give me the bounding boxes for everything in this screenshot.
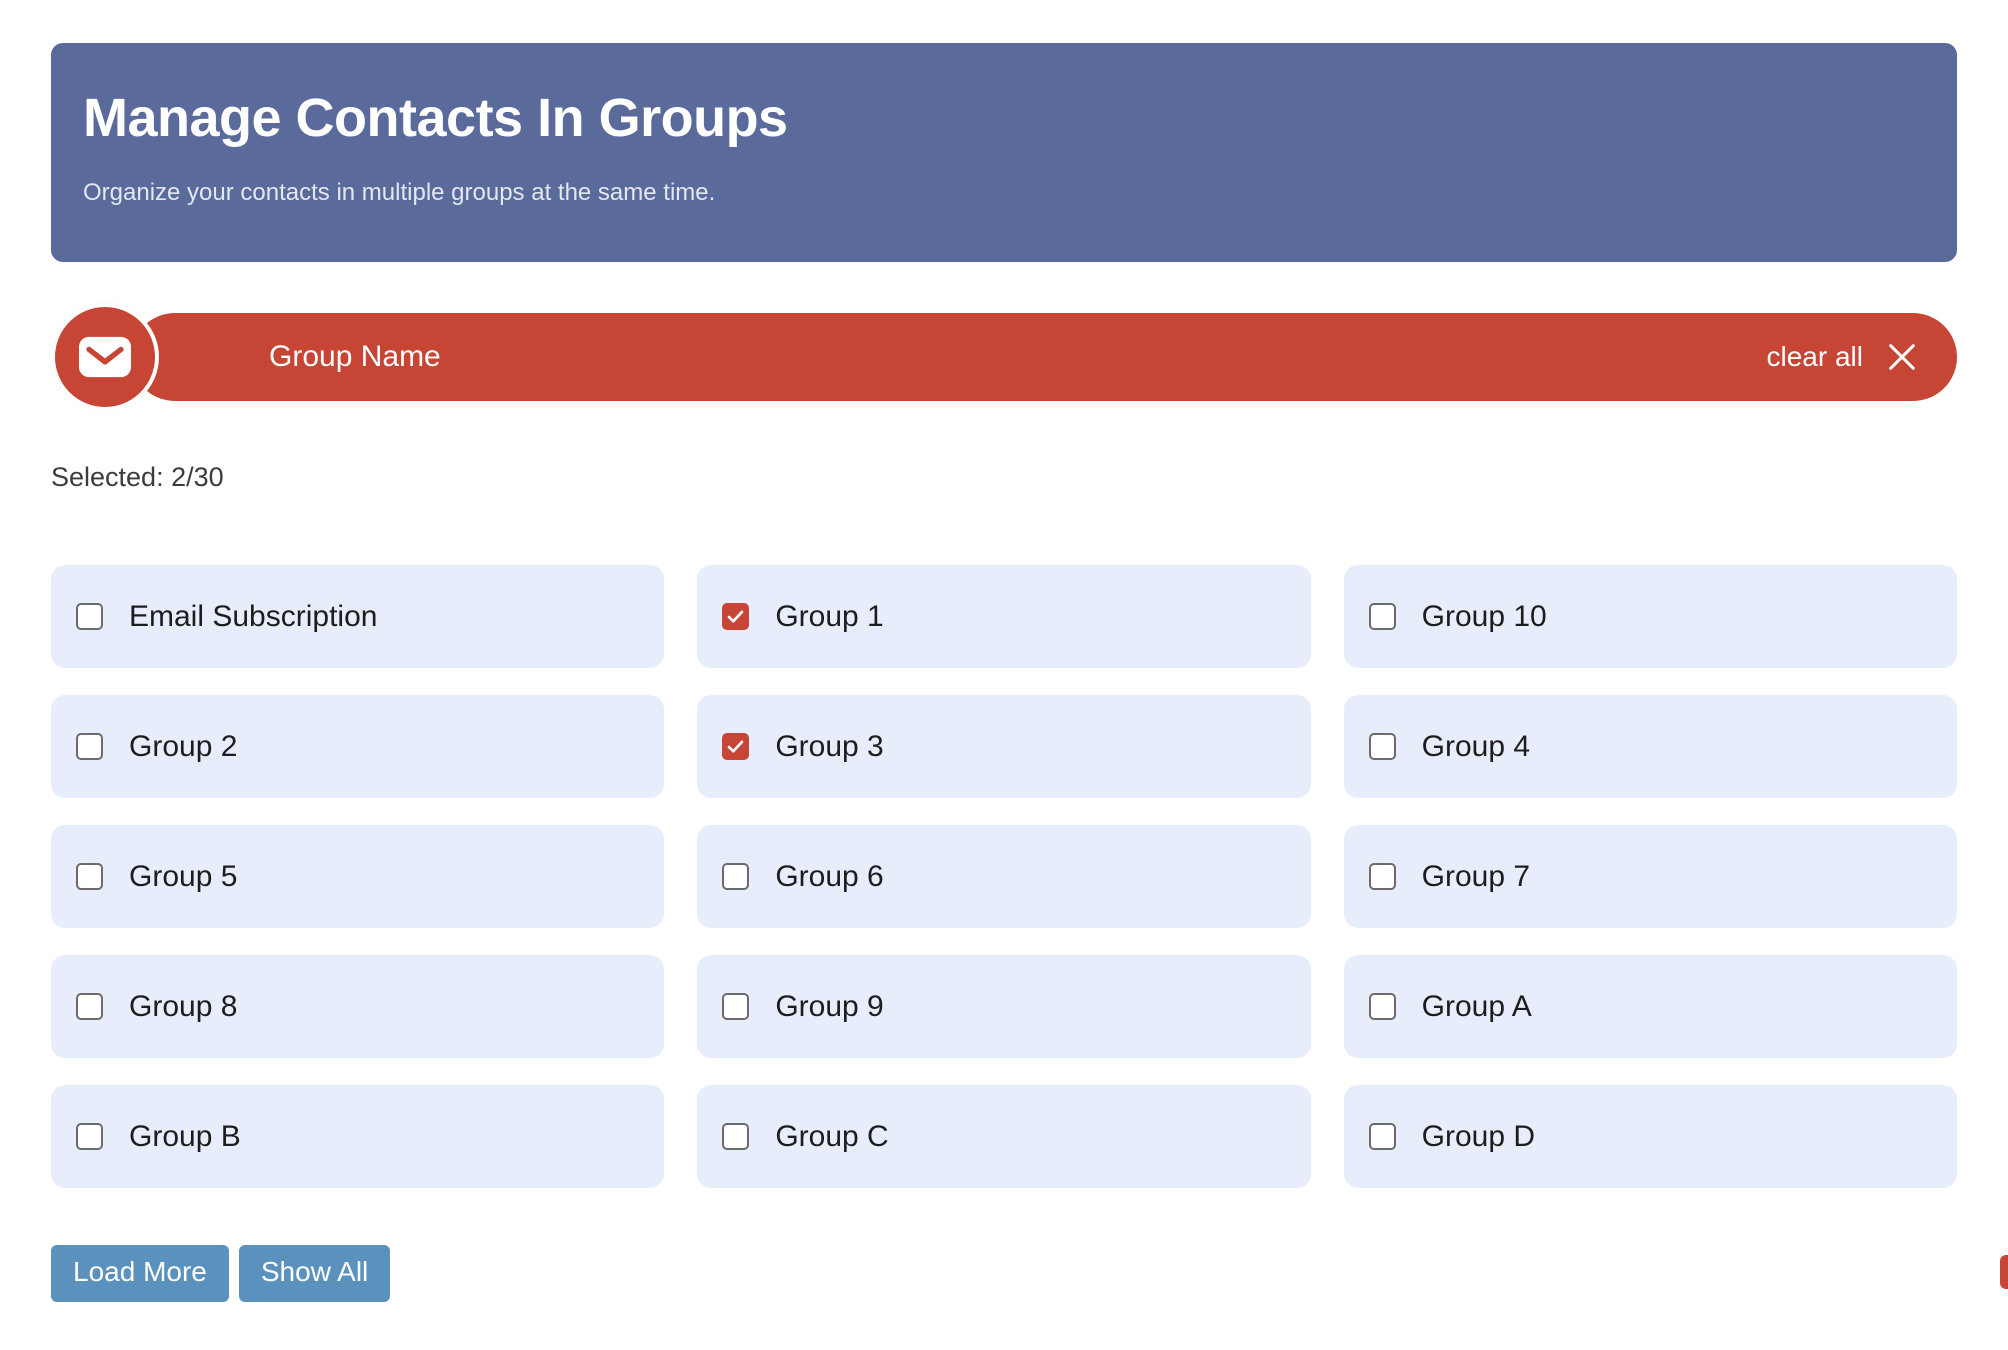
- group-list-item[interactable]: Group 10: [1344, 565, 1957, 668]
- show-all-button[interactable]: Show All: [239, 1245, 390, 1302]
- group-list-item[interactable]: Group 3: [697, 695, 1310, 798]
- selected-count-label: Selected: 2/30: [51, 462, 224, 493]
- group-list-item[interactable]: Group 7: [1344, 825, 1957, 928]
- check-icon: [726, 607, 745, 626]
- group-item-label: Group 5: [129, 860, 237, 894]
- group-list-item[interactable]: Group C: [697, 1085, 1310, 1188]
- page-edge-indicator: [2000, 1255, 2008, 1289]
- group-list-item[interactable]: Group B: [51, 1085, 664, 1188]
- checkbox-unchecked[interactable]: [1369, 603, 1396, 630]
- footer-actions: Load More Show All: [51, 1245, 390, 1302]
- group-item-label: Group 2: [129, 730, 237, 764]
- checkbox-unchecked[interactable]: [1369, 1123, 1396, 1150]
- group-item-label: Group 3: [775, 730, 883, 764]
- checkbox-unchecked[interactable]: [722, 1123, 749, 1150]
- group-list-item[interactable]: Email Subscription: [51, 565, 664, 668]
- group-item-label: Group 1: [775, 600, 883, 634]
- checkbox-unchecked[interactable]: [1369, 863, 1396, 890]
- checkbox-unchecked[interactable]: [76, 1123, 103, 1150]
- page-subtitle: Organize your contacts in multiple group…: [83, 179, 1927, 207]
- group-name-label: Group Name: [269, 340, 441, 374]
- group-item-label: Group 9: [775, 990, 883, 1024]
- group-item-label: Group C: [775, 1120, 888, 1154]
- group-name-bar-wrapper: Group Name clear all: [51, 313, 1957, 401]
- group-list-item[interactable]: Group 6: [697, 825, 1310, 928]
- group-item-label: Group A: [1422, 990, 1532, 1024]
- group-list-item[interactable]: Group 4: [1344, 695, 1957, 798]
- group-list-item[interactable]: Group 8: [51, 955, 664, 1058]
- checkbox-unchecked[interactable]: [76, 863, 103, 890]
- page-title: Manage Contacts In Groups: [83, 90, 1927, 147]
- checkbox-unchecked[interactable]: [1369, 993, 1396, 1020]
- checkbox-unchecked[interactable]: [76, 733, 103, 760]
- group-item-label: Group 6: [775, 860, 883, 894]
- group-list-item[interactable]: Group 1: [697, 565, 1310, 668]
- checkbox-checked[interactable]: [722, 733, 749, 760]
- checkbox-unchecked[interactable]: [1369, 733, 1396, 760]
- group-list-item[interactable]: Group A: [1344, 955, 1957, 1058]
- load-more-button[interactable]: Load More: [51, 1245, 229, 1302]
- group-list-item[interactable]: Group 2: [51, 695, 664, 798]
- checkbox-unchecked[interactable]: [722, 863, 749, 890]
- group-item-label: Group 4: [1422, 730, 1530, 764]
- checkbox-unchecked[interactable]: [76, 603, 103, 630]
- page-header-banner: Manage Contacts In Groups Organize your …: [51, 43, 1957, 262]
- page-root: Manage Contacts In Groups Organize your …: [0, 0, 2008, 1350]
- group-item-label: Group D: [1422, 1120, 1535, 1154]
- group-item-label: Email Subscription: [129, 600, 377, 634]
- group-list-grid: Email Subscription Group 1 Group 10 Group 2…: [51, 565, 1957, 1188]
- clear-all-button[interactable]: clear all: [1767, 341, 1863, 373]
- close-icon[interactable]: [1885, 340, 1919, 374]
- group-item-label: Group 8: [129, 990, 237, 1024]
- group-item-label: Group B: [129, 1120, 241, 1154]
- checkbox-unchecked[interactable]: [76, 993, 103, 1020]
- group-bar-actions: clear all: [1767, 340, 1919, 374]
- group-item-label: Group 7: [1422, 860, 1530, 894]
- group-list-item[interactable]: Group 5: [51, 825, 664, 928]
- group-item-label: Group 10: [1422, 600, 1547, 634]
- checkbox-checked[interactable]: [722, 603, 749, 630]
- avatar: [51, 303, 159, 411]
- checkbox-unchecked[interactable]: [722, 993, 749, 1020]
- group-list-item[interactable]: Group D: [1344, 1085, 1957, 1188]
- check-icon: [726, 737, 745, 756]
- group-name-bar: Group Name clear all: [131, 313, 1957, 401]
- envelope-icon: [78, 336, 132, 378]
- group-list-item[interactable]: Group 9: [697, 955, 1310, 1058]
